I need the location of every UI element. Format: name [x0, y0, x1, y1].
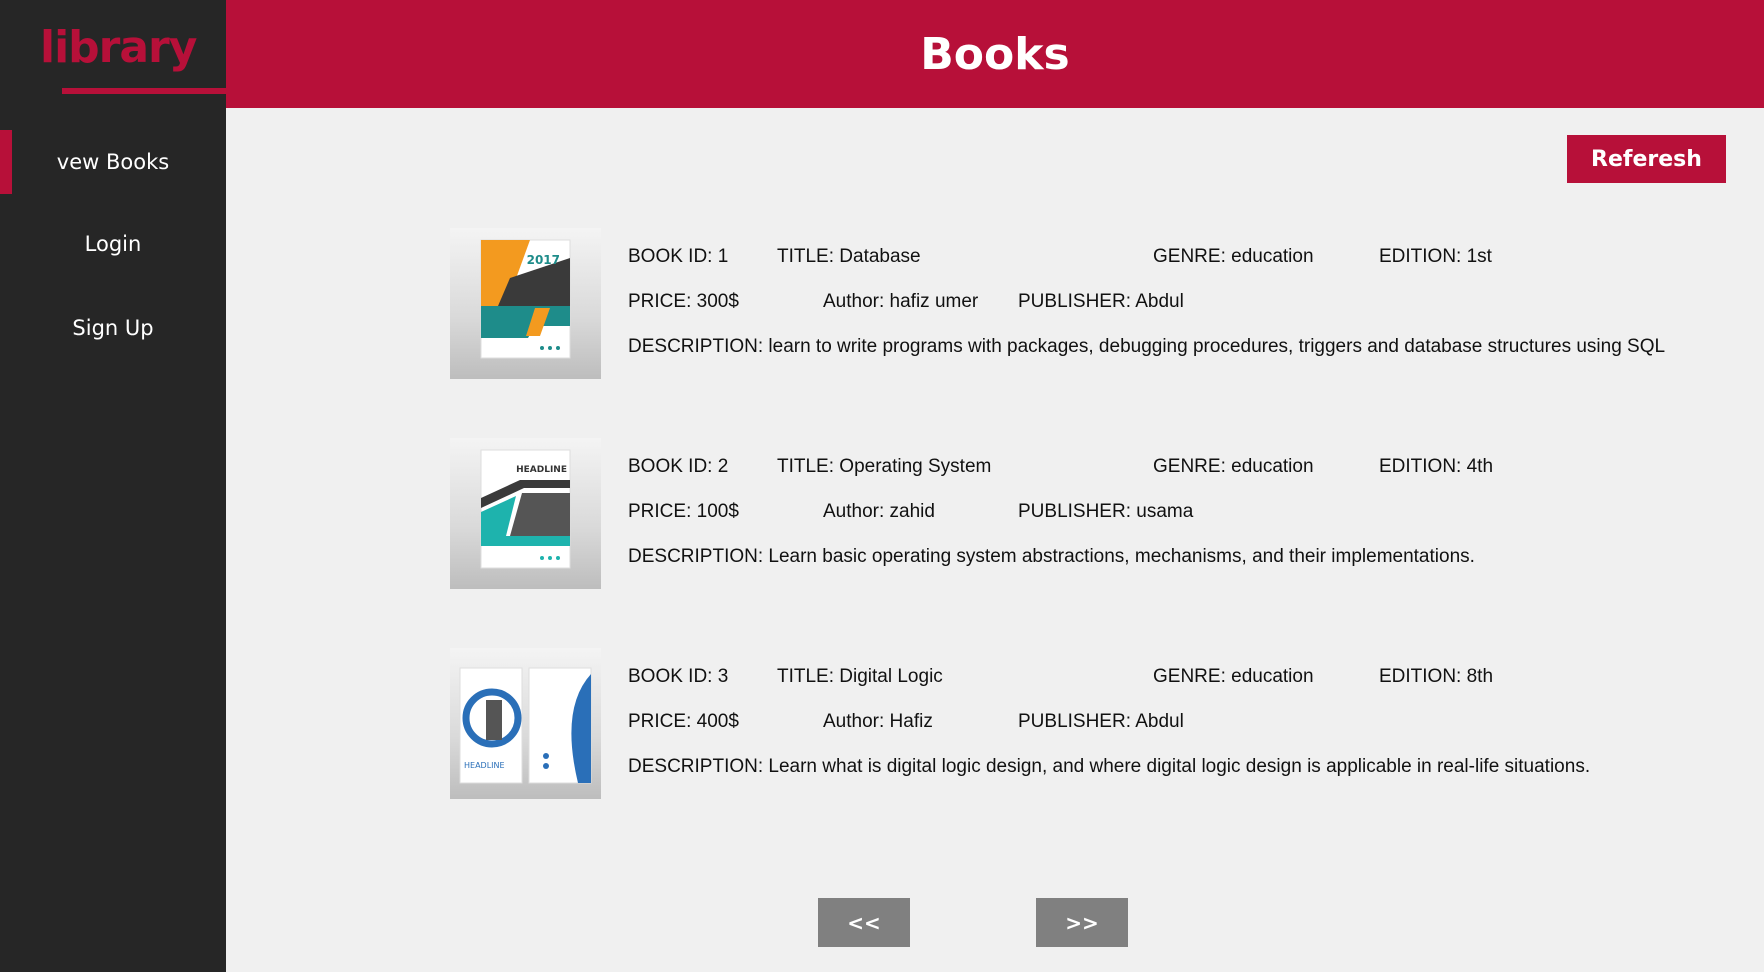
book-publisher: PUBLISHER: usama: [1018, 501, 1194, 522]
prev-page-button[interactable]: <<: [818, 898, 910, 947]
refresh-button[interactable]: Referesh: [1567, 135, 1726, 183]
book-edition: EDITION: 1st: [1379, 246, 1492, 267]
book-item: 2017 BOOK ID: 1 TITLE: Database GENRE: e…: [450, 228, 1750, 380]
next-page-button[interactable]: >>: [1036, 898, 1128, 947]
nav-item-label: Login: [84, 232, 142, 256]
nav-item-login[interactable]: Login: [0, 212, 226, 276]
book-description: DESCRIPTION: Learn basic operating syste…: [628, 546, 1475, 567]
book-id: BOOK ID: 3: [628, 666, 729, 687]
nav-item-label: vew Books: [56, 150, 170, 174]
book-author: Author: Hafiz: [823, 711, 933, 732]
book-publisher: PUBLISHER: Abdul: [1018, 711, 1184, 732]
svg-text:HEADLINE: HEADLINE: [464, 761, 505, 770]
book-cover-image: HEADLINE: [450, 648, 601, 799]
page-title: Books: [920, 28, 1070, 80]
book-genre: GENRE: education: [1153, 456, 1314, 477]
book-edition: EDITION: 4th: [1379, 456, 1494, 477]
book-title: TITLE: Digital Logic: [777, 666, 943, 687]
app-logo: library: [40, 22, 197, 73]
book-description: DESCRIPTION: learn to write programs wit…: [628, 336, 1666, 357]
book-item: HEADLINE BOOK ID: 3 TITLE: Digital Logic…: [450, 648, 1750, 800]
book-genre: GENRE: education: [1153, 246, 1314, 267]
book-edition: EDITION: 8th: [1379, 666, 1494, 687]
nav-item-view-books[interactable]: vew Books: [0, 130, 226, 194]
nav-item-label: Sign Up: [72, 316, 154, 340]
book-id: BOOK ID: 2: [628, 456, 729, 477]
book-item: HEADLINE BOOK ID: 2 TITLE: Operating Sys…: [450, 438, 1750, 590]
book-price: PRICE: 100$: [628, 501, 739, 522]
logo-underline: [62, 88, 226, 94]
book-cover-image: HEADLINE: [450, 438, 601, 589]
book-cover-graphic: HEADLINE: [459, 667, 592, 784]
book-id: BOOK ID: 1: [628, 246, 729, 267]
book-description: DESCRIPTION: Learn what is digital logic…: [628, 756, 1591, 777]
svg-text:2017: 2017: [527, 253, 560, 267]
book-cover-image: 2017: [450, 228, 601, 379]
book-cover-graphic: 2017: [480, 239, 571, 359]
book-publisher: PUBLISHER: Abdul: [1018, 291, 1184, 312]
book-author: Author: hafiz umer: [823, 291, 979, 312]
page-header: Books: [226, 0, 1764, 108]
book-author: Author: zahid: [823, 501, 935, 522]
book-price: PRICE: 400$: [628, 711, 739, 732]
active-indicator: [0, 130, 12, 194]
book-title: TITLE: Database: [777, 246, 921, 267]
book-genre: GENRE: education: [1153, 666, 1314, 687]
svg-text:HEADLINE: HEADLINE: [516, 465, 567, 475]
book-price: PRICE: 300$: [628, 291, 739, 312]
nav-item-sign-up[interactable]: Sign Up: [0, 296, 226, 360]
book-title: TITLE: Operating System: [777, 456, 992, 477]
sidebar: library vew Books Login Sign Up: [0, 0, 226, 972]
book-cover-graphic: HEADLINE: [480, 449, 571, 569]
